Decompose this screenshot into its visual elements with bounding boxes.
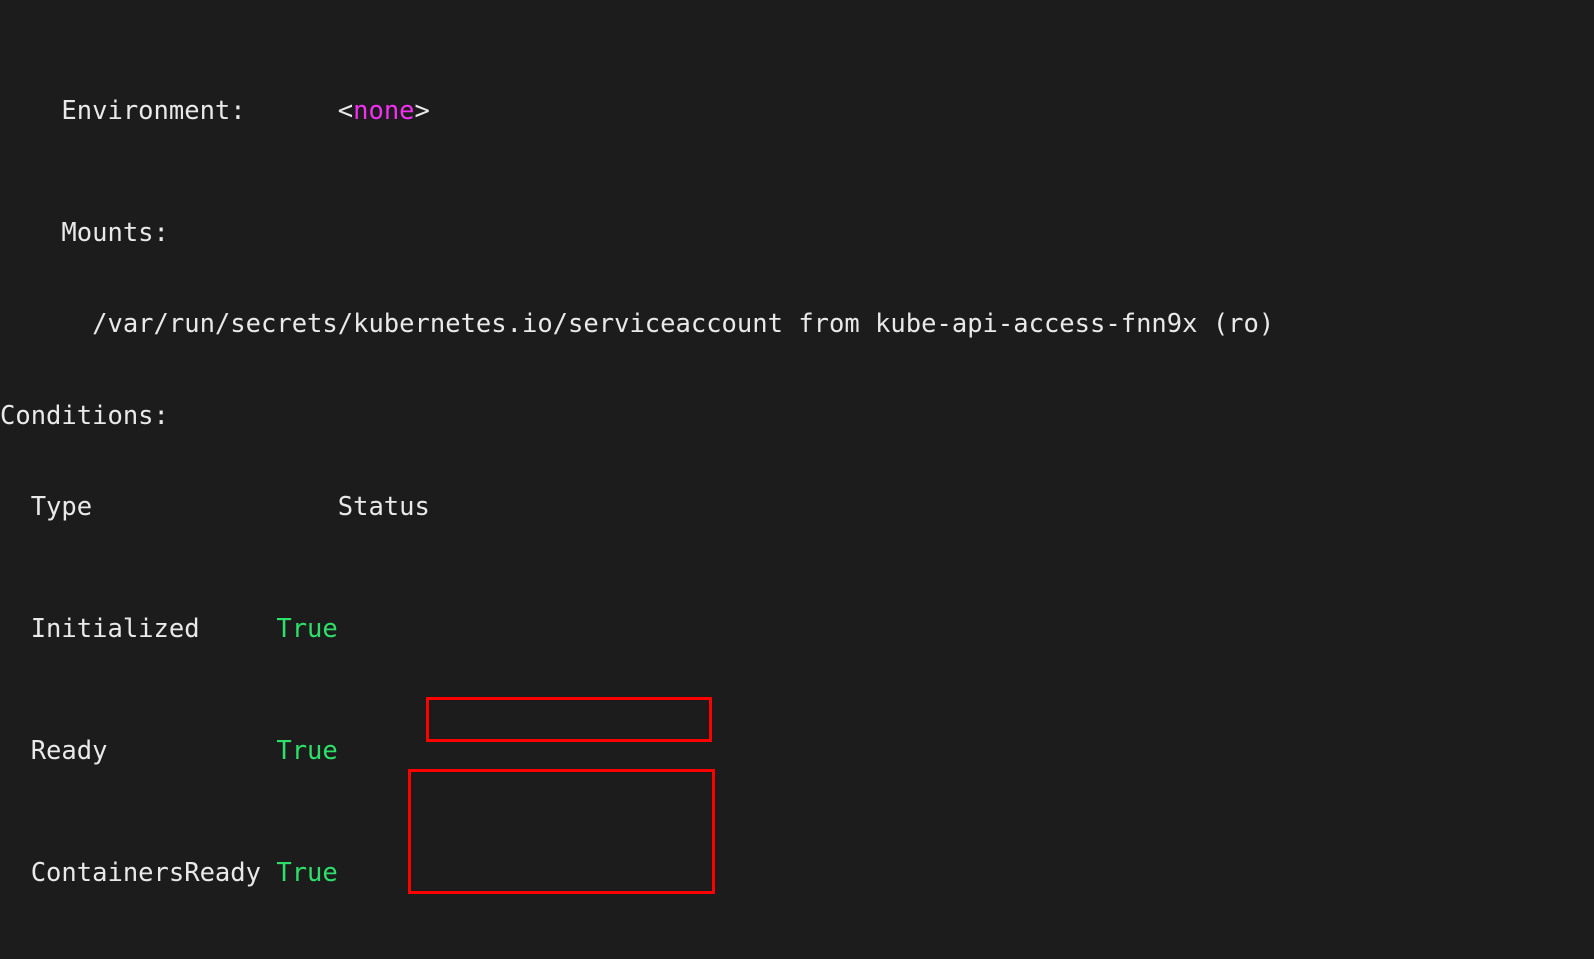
terminal-output: Environment: <none> Mounts: /var/run/sec… <box>0 0 1594 959</box>
line-condition-containersready: ContainersReady True <box>0 858 1594 889</box>
line-conditions-label: Conditions: <box>0 400 169 431</box>
line-mounts-label: Mounts: <box>0 217 169 248</box>
line-condition-initialized: Initialized True <box>0 614 1594 645</box>
environment-label: Environment: <box>0 95 246 126</box>
line-mount-path: /var/run/secrets/kubernetes.io/serviceac… <box>0 309 1275 339</box>
angle-close: > <box>414 95 430 126</box>
condition-status-ready: True <box>276 736 338 766</box>
line-environment: Environment: <none> <box>0 96 1594 127</box>
condition-name-initialized: Initialized <box>0 614 277 644</box>
condition-name-ready: Ready <box>0 736 277 766</box>
line-condition-ready: Ready True <box>0 736 1594 767</box>
terminal-window[interactable]: Environment: <none> Mounts: /var/run/sec… <box>0 0 1594 959</box>
line-conditions-header: Type Status <box>0 492 430 522</box>
environment-spacer <box>246 96 338 126</box>
condition-status-containersready: True <box>276 858 338 888</box>
condition-status-initialized: True <box>276 614 338 644</box>
angle-open: < <box>337 95 354 126</box>
environment-none-value: none <box>353 95 415 126</box>
condition-name-containersready: ContainersReady <box>0 858 277 888</box>
